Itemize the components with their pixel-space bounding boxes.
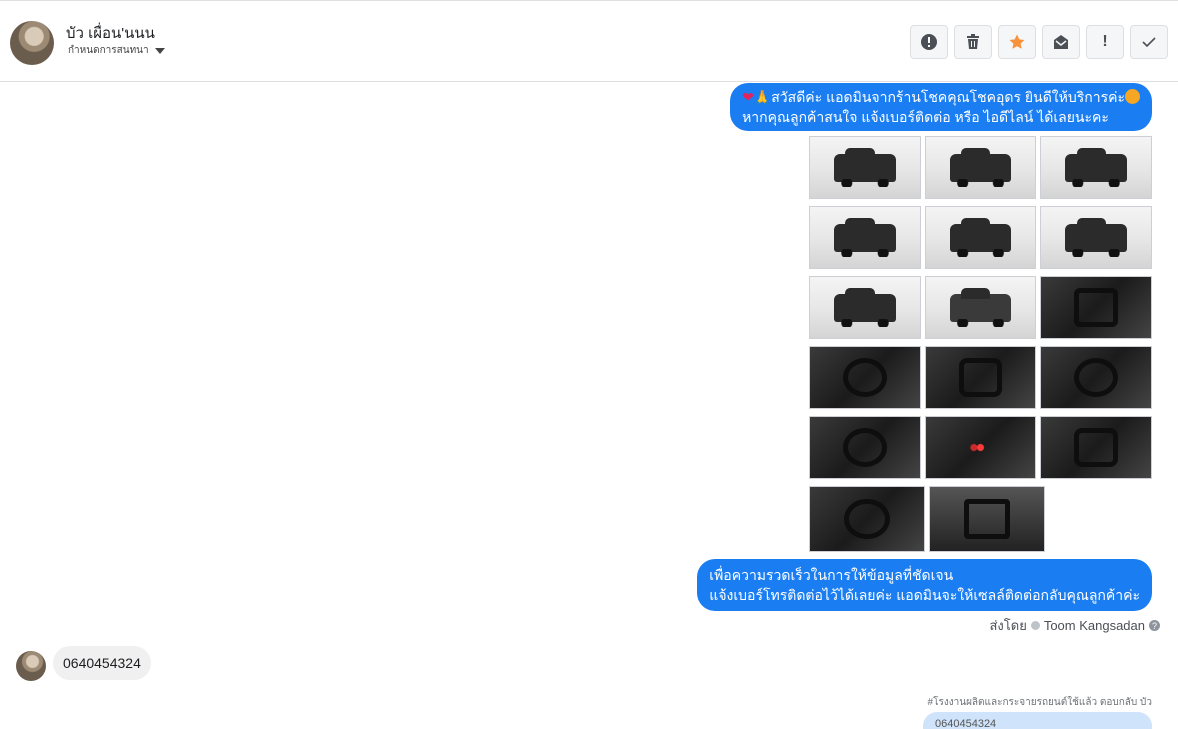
assign-conversation-dropdown[interactable]: กำหนดการสนทนา xyxy=(68,43,165,58)
assign-conversation-label: กำหนดการสนทนา xyxy=(68,45,149,56)
reply-draft-bubble[interactable]: 0640454324 xyxy=(923,712,1152,729)
contact-name[interactable]: บัว เผื่อน'นนน xyxy=(66,21,155,45)
photo-thumbnail[interactable] xyxy=(924,416,1037,479)
info-line-1: เพื่อความรวดเร็วในการให้ข้อมูลที่ชัดเจน xyxy=(709,567,954,583)
contact-avatar[interactable] xyxy=(10,21,54,65)
checkmark-icon xyxy=(1142,37,1156,48)
photo-thumbnail[interactable] xyxy=(924,136,1037,199)
praying-hands-emoji-icon: 🙏 xyxy=(753,89,772,105)
reply-context-note: #โรงงานผลิตและกระจายรถยนต์ใช้แล้ว ตอบกลั… xyxy=(927,697,1152,708)
conversation-header: บัว เผื่อน'นนน กำหนดการสนทนา ! xyxy=(0,3,1178,82)
report-spam-icon xyxy=(921,34,937,50)
heart-emoji-icon: ❤ xyxy=(742,89,754,105)
photo-thumbnail[interactable] xyxy=(809,276,921,339)
photo-thumbnail[interactable] xyxy=(1040,206,1153,269)
outgoing-message-info[interactable]: เพื่อความรวดเร็วในการให้ข้อมูลที่ชัดเจน … xyxy=(697,559,1152,611)
photo-thumbnail[interactable] xyxy=(1040,136,1153,199)
greeting-line-2: หากคุณลูกค้าสนใจ แจ้งเบอร์ติดต่อ หรือ ไอ… xyxy=(742,109,1109,125)
delete-button[interactable] xyxy=(954,25,992,59)
sent-by-prefix: ส่งโดย xyxy=(989,618,1027,633)
photo-gallery xyxy=(809,136,1153,559)
star-icon xyxy=(1009,34,1025,49)
trash-icon xyxy=(967,34,979,49)
verified-icon xyxy=(1030,621,1040,630)
photo-thumbnail[interactable] xyxy=(809,486,925,552)
sent-by-name[interactable]: Toom Kangsadan xyxy=(1044,618,1145,633)
photo-thumbnail[interactable] xyxy=(809,206,921,269)
follow-up-icon: ! xyxy=(1102,33,1108,50)
help-icon[interactable]: ? xyxy=(1149,620,1160,631)
photo-thumbnail[interactable] xyxy=(929,486,1045,552)
greeting-line-1: สวัสดีค่ะ แอดมินจากร้านโชคคุณโชคอุดร ยิน… xyxy=(771,89,1125,105)
sent-by-row: ส่งโดย Toom Kangsadan ? xyxy=(989,615,1160,636)
photo-thumbnail[interactable] xyxy=(1040,416,1153,479)
report-spam-button[interactable] xyxy=(910,25,948,59)
photo-thumbnail[interactable] xyxy=(809,136,921,199)
follow-up-button[interactable]: ! xyxy=(1086,25,1124,59)
mark-unread-icon xyxy=(1054,35,1068,49)
header-actions: ! xyxy=(910,25,1168,59)
star-button[interactable] xyxy=(998,25,1036,59)
heart-eyes-emoji-icon xyxy=(1125,89,1140,104)
photo-thumbnail[interactable] xyxy=(924,276,1037,339)
caret-down-icon xyxy=(154,47,165,54)
info-line-2: แจ้งเบอร์โทรติดต่อไว้ได้เลยค่ะ แอดมินจะใ… xyxy=(709,587,1140,603)
photo-thumbnail[interactable] xyxy=(924,206,1037,269)
photo-thumbnail[interactable] xyxy=(924,346,1037,409)
photo-thumbnail[interactable] xyxy=(1040,276,1153,339)
incoming-avatar[interactable] xyxy=(16,651,46,681)
mark-unread-button[interactable] xyxy=(1042,25,1080,59)
photo-thumbnail[interactable] xyxy=(809,416,921,479)
mark-done-button[interactable] xyxy=(1130,25,1168,59)
photo-thumbnail[interactable] xyxy=(1040,346,1153,409)
incoming-message[interactable]: 0640454324 xyxy=(53,646,151,680)
photo-thumbnail[interactable] xyxy=(809,346,921,409)
outgoing-message-greeting[interactable]: ❤🙏สวัสดีค่ะ แอดมินจากร้านโชคคุณโชคอุดร ย… xyxy=(730,83,1152,131)
